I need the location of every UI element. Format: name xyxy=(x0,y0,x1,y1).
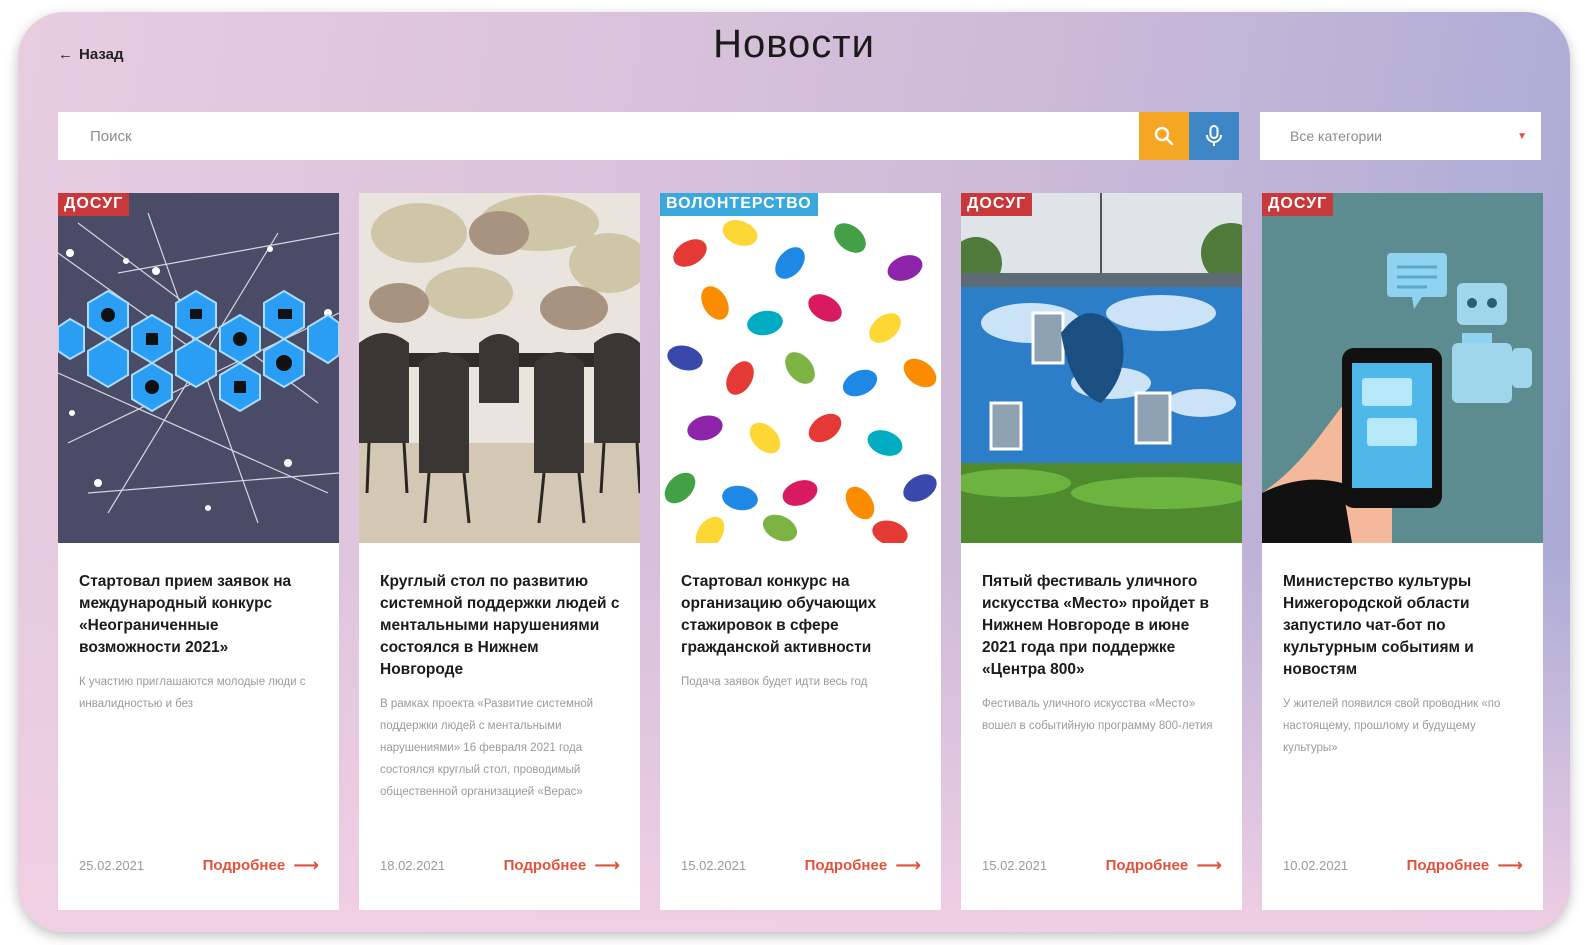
news-card-body: Пятый фестиваль уличного искусства «Мест… xyxy=(961,543,1242,737)
round-table-illustration xyxy=(359,193,640,543)
news-card-excerpt: В рамках проекта «Развитие системной под… xyxy=(380,698,594,798)
arrow-right-icon: ⟶ xyxy=(895,855,921,875)
street-art-building-photo xyxy=(961,193,1242,543)
news-card-excerpt: Подача заявок будет идти весь год xyxy=(681,676,868,688)
news-card-title: Круглый стол по развитию системной подде… xyxy=(380,573,620,678)
category-select[interactable]: Все категории ▼ xyxy=(1260,112,1541,160)
category-badge: ДОСУГ xyxy=(58,193,130,216)
search-bar xyxy=(58,112,1239,160)
read-more-label: Подробнее xyxy=(1406,857,1490,874)
search-button[interactable] xyxy=(1139,112,1189,160)
news-card-image: ДОСУГ xyxy=(1262,193,1543,543)
news-card[interactable]: ДОСУГ xyxy=(58,193,339,910)
category-badge: ДОСУГ xyxy=(1262,193,1334,216)
news-card-date: 10.02.2021 xyxy=(1283,858,1349,873)
arrow-right-icon: ⟶ xyxy=(293,855,319,875)
category-select-value: Все категории xyxy=(1290,128,1382,144)
news-card-title: Стартовал прием заявок на международный … xyxy=(79,573,292,656)
news-card-date: 15.02.2021 xyxy=(681,858,747,873)
news-card-excerpt: У жителей появился свой проводник «по на… xyxy=(1283,698,1501,754)
arrow-right-icon: ⟶ xyxy=(1497,855,1523,875)
news-grid: ДОСУГ Стартовал прием заявок на междунар… xyxy=(58,193,1543,910)
read-more-label: Подробнее xyxy=(804,857,888,874)
news-card-footer: 25.02.2021 Подробнее ⟶ xyxy=(79,855,319,876)
search-input[interactable] xyxy=(58,112,1139,160)
news-card[interactable]: Круглый стол по развитию системной подде… xyxy=(359,193,640,910)
news-card-image: ДОСУГ xyxy=(961,193,1242,543)
news-card-footer: 15.02.2021 Подробнее ⟶ xyxy=(982,855,1222,876)
arrow-right-icon: ⟶ xyxy=(594,855,620,875)
news-card-footer: 10.02.2021 Подробнее ⟶ xyxy=(1283,855,1523,876)
news-card-image: ВОЛОНТЕРСТВО xyxy=(660,193,941,543)
news-card[interactable]: ДОСУГ xyxy=(961,193,1242,910)
news-card-body: Министерство культуры Нижегородской обла… xyxy=(1262,543,1543,759)
read-more-link[interactable]: Подробнее ⟶ xyxy=(1407,855,1523,876)
technology-network-illustration xyxy=(58,193,339,543)
news-card-excerpt: Фестиваль уличного искусства «Место» вош… xyxy=(982,698,1213,732)
read-more-link[interactable]: Подробнее ⟶ xyxy=(1106,855,1222,876)
chevron-down-icon: ▼ xyxy=(1517,130,1527,142)
news-card-body: Стартовал конкурс на организацию обучающ… xyxy=(660,543,941,693)
chatbot-phone-illustration xyxy=(1262,193,1543,543)
news-card[interactable]: ДОСУГ xyxy=(1262,193,1543,910)
news-card-date: 15.02.2021 xyxy=(982,858,1048,873)
news-card-footer: 18.02.2021 Подробнее ⟶ xyxy=(380,855,620,876)
voice-search-button[interactable] xyxy=(1189,112,1239,160)
news-card-image: ДОСУГ xyxy=(58,193,339,543)
news-card-footer: 15.02.2021 Подробнее ⟶ xyxy=(681,855,921,876)
colorful-handprints-illustration xyxy=(660,193,941,543)
read-more-link[interactable]: Подробнее ⟶ xyxy=(203,855,319,876)
news-card-body: Стартовал прием заявок на международный … xyxy=(58,543,339,715)
arrow-right-icon: ⟶ xyxy=(1196,855,1222,875)
read-more-link[interactable]: Подробнее ⟶ xyxy=(504,855,620,876)
page-title: Новости xyxy=(713,22,875,66)
page-frame: ← Назад Новости Все категории ▼ ДОСУГ xyxy=(18,12,1570,932)
news-card-body: Круглый стол по развитию системной подде… xyxy=(359,543,640,803)
read-more-label: Подробнее xyxy=(202,857,286,874)
search-icon xyxy=(1154,126,1174,146)
read-more-link[interactable]: Подробнее ⟶ xyxy=(805,855,921,876)
news-card-title: Стартовал конкурс на организацию обучающ… xyxy=(681,573,877,656)
news-card-title: Пятый фестиваль уличного искусства «Мест… xyxy=(982,573,1210,678)
news-card-excerpt: К участию приглашаются молодые люди с ин… xyxy=(79,676,306,710)
category-badge: ДОСУГ xyxy=(961,193,1033,216)
news-card-date: 25.02.2021 xyxy=(79,858,145,873)
news-card-date: 18.02.2021 xyxy=(380,858,446,873)
category-badge: ВОЛОНТЕРСТВО xyxy=(660,193,818,216)
read-more-label: Подробнее xyxy=(503,857,587,874)
news-card[interactable]: ВОЛОНТЕРСТВО Стартовал конкурс на органи… xyxy=(660,193,941,910)
news-card-title: Министерство культуры Нижегородской обла… xyxy=(1283,573,1474,678)
news-card-image xyxy=(359,193,640,543)
microphone-icon xyxy=(1206,125,1222,146)
read-more-label: Подробнее xyxy=(1105,857,1189,874)
